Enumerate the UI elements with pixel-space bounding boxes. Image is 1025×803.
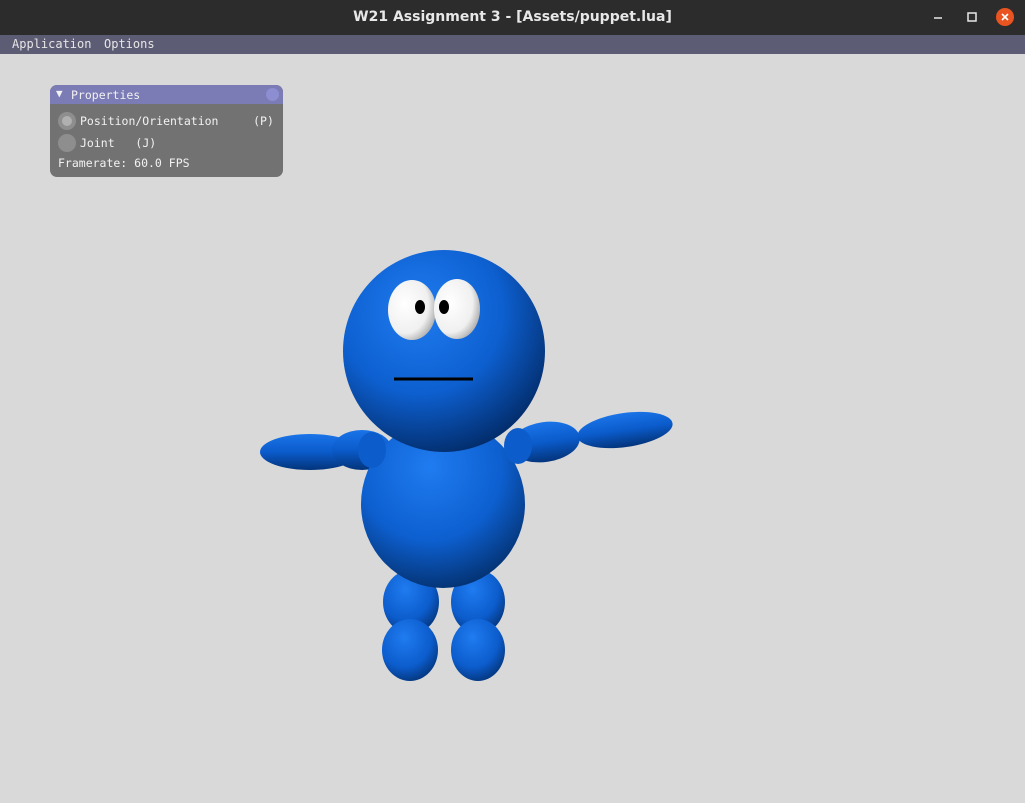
left-shoulder [358,432,386,468]
radio-button-position[interactable] [58,112,76,130]
menu-bar: Application Options [0,35,1025,54]
minimize-icon [934,17,942,19]
right-shin [451,619,505,681]
app-window: W21 Assignment 3 - [Assets/puppet.lua] A… [0,0,1025,803]
left-shin [382,619,438,681]
properties-panel-header[interactable]: ▼ Properties [50,85,283,104]
radio-button-joint[interactable] [58,134,76,152]
title-bar[interactable]: W21 Assignment 3 - [Assets/puppet.lua] [0,0,1025,35]
left-pupil [415,300,425,314]
right-forearm [577,411,673,449]
radio-selected-dot-icon [62,116,72,126]
head [343,250,545,452]
collapse-arrow-icon[interactable]: ▼ [56,87,63,100]
properties-panel-title: Properties [71,88,141,102]
position-orientation-label: Position/Orientation (P) [80,114,274,128]
maximize-icon [967,12,977,22]
panel-close-dot-icon[interactable] [266,88,279,101]
right-pupil [439,300,449,314]
maximize-button[interactable] [963,8,981,26]
left-eye [388,280,436,340]
properties-panel: ▼ Properties Position/Orientation (P) Jo… [50,85,283,177]
close-button[interactable] [996,8,1014,26]
framerate-readout: Framerate: 60.0 FPS [58,156,190,170]
close-icon [1001,13,1009,21]
right-shoulder [504,428,532,464]
window-title: W21 Assignment 3 - [Assets/puppet.lua] [353,9,672,25]
joint-label: Joint (J) [80,136,157,150]
minimize-button[interactable] [929,8,947,26]
menu-options[interactable]: Options [104,37,155,51]
menu-application[interactable]: Application [12,37,91,51]
